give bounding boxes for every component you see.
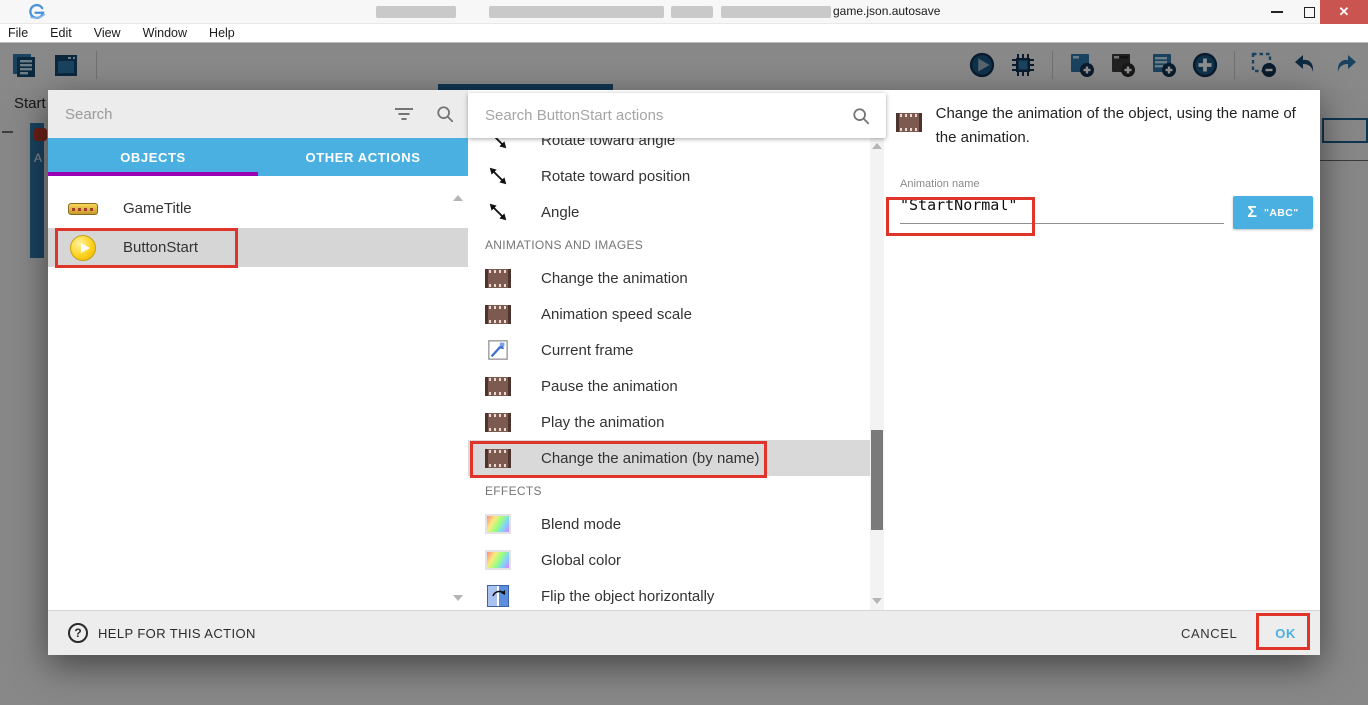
rotate-arrow-icon xyxy=(485,165,511,187)
title-redacted-block xyxy=(489,6,664,18)
minimize-button[interactable] xyxy=(1260,0,1294,24)
window-title: game.json.autosave xyxy=(833,4,940,18)
actions-search-card xyxy=(468,93,886,138)
cancel-button[interactable]: CANCEL xyxy=(1181,626,1237,641)
action-row[interactable]: Angle xyxy=(468,194,870,230)
help-icon: ? xyxy=(68,623,88,643)
action-row[interactable]: Blend mode xyxy=(468,506,870,542)
object-search-bar xyxy=(48,90,468,138)
object-row-gametitle[interactable]: GameTitle xyxy=(48,189,468,228)
action-row[interactable]: Flip the object horizontally xyxy=(468,578,870,610)
flip-horizontal-icon xyxy=(487,585,509,607)
restore-icon xyxy=(1304,7,1315,18)
scrollbar-thumb[interactable] xyxy=(871,430,883,530)
action-description: Change the animation of the object, usin… xyxy=(936,102,1310,151)
action-row[interactable]: Change the animation xyxy=(468,260,870,296)
expression-editor-button[interactable]: Σ "ABC" xyxy=(1233,196,1313,229)
tab-objects[interactable]: OBJECTS xyxy=(48,138,258,176)
search-icon[interactable] xyxy=(852,107,870,125)
search-icon[interactable] xyxy=(436,105,454,123)
sigma-icon: Σ xyxy=(1247,204,1257,222)
actions-scrollbar[interactable] xyxy=(870,138,884,610)
object-name: GameTitle xyxy=(123,200,192,217)
action-row[interactable]: Rotate toward angle xyxy=(468,138,870,158)
scroll-down-icon[interactable] xyxy=(872,598,882,604)
film-strip-icon xyxy=(485,449,511,468)
scroll-up-icon[interactable] xyxy=(872,143,882,149)
object-tabs: OBJECTS OTHER ACTIONS xyxy=(48,138,468,176)
object-list: GameTitle ButtonStart xyxy=(48,176,468,610)
action-row[interactable]: Pause the animation xyxy=(468,368,870,404)
object-selector-panel: OBJECTS OTHER ACTIONS GameTitle ButtonSt… xyxy=(48,90,468,610)
actions-section-header: EFFECTS xyxy=(468,476,870,506)
film-strip-icon xyxy=(485,377,511,396)
scroll-up-icon[interactable] xyxy=(453,195,463,201)
action-row-selected[interactable]: Change the animation (by name) xyxy=(468,440,870,476)
current-frame-icon xyxy=(485,339,511,361)
title-redacted-block xyxy=(721,6,831,18)
action-detail-panel: Change the animation of the object, usin… xyxy=(886,90,1320,610)
gdevelop-logo-icon xyxy=(28,3,46,21)
filter-icon[interactable] xyxy=(394,107,414,121)
film-strip-icon xyxy=(485,269,511,288)
film-strip-icon xyxy=(896,113,922,132)
actions-search-input[interactable] xyxy=(468,107,852,124)
game-title-thumbnail-icon xyxy=(68,203,98,215)
actions-list: Rotate toward angle Rotate toward positi… xyxy=(468,138,870,610)
action-row[interactable]: Animation speed scale xyxy=(468,296,870,332)
title-redacted-block xyxy=(376,6,456,18)
rotate-arrow-icon xyxy=(485,201,511,223)
title-bar: game.json.autosave ✕ xyxy=(0,0,1368,24)
title-redacted-block xyxy=(671,6,713,18)
action-row[interactable]: Play the animation xyxy=(468,404,870,440)
menu-file[interactable]: File xyxy=(0,24,39,42)
close-button[interactable]: ✕ xyxy=(1320,0,1368,24)
film-strip-icon xyxy=(485,305,511,324)
object-name: ButtonStart xyxy=(123,239,198,256)
color-gradient-icon xyxy=(485,550,511,570)
object-row-buttonstart[interactable]: ButtonStart xyxy=(48,228,468,267)
film-strip-icon xyxy=(485,413,511,432)
color-gradient-icon xyxy=(485,514,511,534)
rotate-arrow-icon xyxy=(485,138,511,151)
action-editor-dialog: OBJECTS OTHER ACTIONS GameTitle ButtonSt… xyxy=(48,90,1320,655)
menu-help[interactable]: Help xyxy=(198,24,246,42)
menu-view[interactable]: View xyxy=(83,24,132,42)
help-button[interactable]: ? HELP FOR THIS ACTION xyxy=(68,623,256,643)
dialog-footer: ? HELP FOR THIS ACTION CANCEL OK xyxy=(48,610,1320,655)
menu-window[interactable]: Window xyxy=(132,24,198,42)
action-row[interactable]: Current frame xyxy=(468,332,870,368)
action-row[interactable]: Rotate toward position xyxy=(468,158,870,194)
ok-button[interactable]: OK xyxy=(1275,626,1296,641)
object-search-input[interactable] xyxy=(48,106,394,123)
tab-other-actions[interactable]: OTHER ACTIONS xyxy=(258,138,468,176)
play-button-thumbnail-icon xyxy=(70,235,96,261)
app-window: game.json.autosave ✕ File Edit View Wind… xyxy=(0,0,1368,705)
animation-name-input[interactable] xyxy=(900,190,1224,224)
action-row[interactable]: Global color xyxy=(468,542,870,578)
actions-section-header: ANIMATIONS AND IMAGES xyxy=(468,230,870,260)
menu-bar: File Edit View Window Help xyxy=(0,24,1368,43)
menu-edit[interactable]: Edit xyxy=(39,24,83,42)
scroll-down-icon[interactable] xyxy=(453,595,463,601)
param-label: Animation name xyxy=(900,178,980,190)
